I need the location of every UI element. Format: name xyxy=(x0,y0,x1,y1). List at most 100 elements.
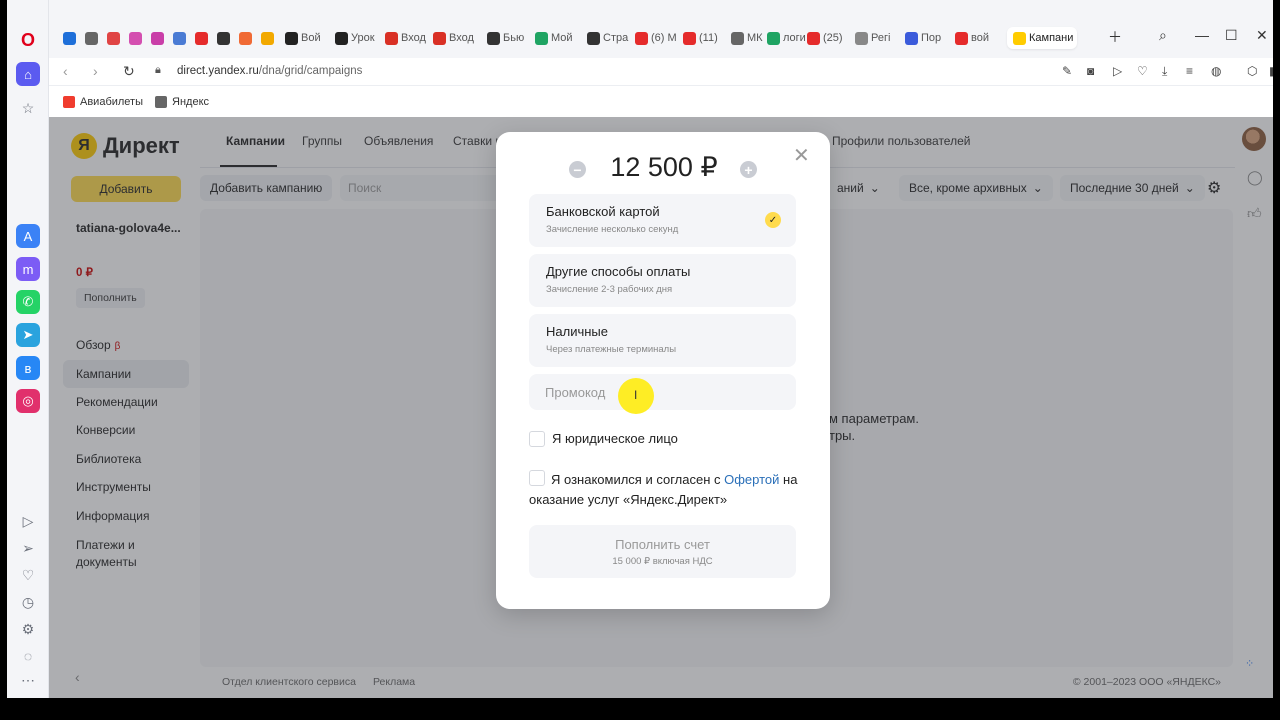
tab-label: (6) M xyxy=(651,32,677,44)
browser-tab[interactable]: Вход xyxy=(433,27,483,49)
menu-icon[interactable]: ≡ xyxy=(1186,64,1193,78)
search-tabs-icon[interactable]: ⌕ xyxy=(1159,27,1167,44)
minimize-icon[interactable]: — xyxy=(1195,27,1209,43)
browser-tab[interactable] xyxy=(129,27,147,49)
browser-tab[interactable]: МК xyxy=(731,27,767,49)
screen-bottom-strip xyxy=(0,698,1280,720)
lightbulb-icon[interactable]: ◌ xyxy=(16,644,40,668)
browser-tab[interactable]: Вой xyxy=(285,27,331,49)
player-icon[interactable]: ▷ xyxy=(16,509,40,533)
amount-value[interactable]: 12 500 ₽ xyxy=(596,152,732,183)
bookmarks-bar: Авиабилеты Яндекс xyxy=(49,88,1273,116)
browser-tab[interactable]: (25) xyxy=(807,27,853,49)
reload-icon[interactable]: ↻ xyxy=(123,63,135,80)
edit-icon[interactable]: ✎ xyxy=(1062,64,1072,78)
tab-favicon-icon xyxy=(855,31,868,45)
download-icon[interactable]: ⤓ xyxy=(1162,64,1167,79)
tab-label: МК xyxy=(747,32,763,44)
tab-favicon-icon xyxy=(767,31,780,45)
legal-entity-checkbox[interactable] xyxy=(529,431,545,447)
profile-icon[interactable]: ◍ xyxy=(1211,64,1221,78)
topup-account-button[interactable]: Пополнить счет 15 000 ₽ включая НДС xyxy=(529,525,796,578)
bookmark-aviabilety[interactable]: Авиабилеты xyxy=(63,96,143,108)
browser-tab[interactable] xyxy=(63,27,81,49)
browser-tab[interactable]: логи xyxy=(767,27,807,49)
payment-option-other[interactable]: Другие способы оплаты Зачисление 2-3 раб… xyxy=(529,254,796,307)
home-icon[interactable]: ⌂ xyxy=(16,62,40,86)
whatsapp-icon[interactable]: ✆ xyxy=(16,290,40,314)
tab-favicon-icon xyxy=(433,31,446,45)
browser-tab[interactable]: Бью xyxy=(487,27,533,49)
close-icon[interactable]: ✕ xyxy=(793,146,810,166)
tab-label: Вход xyxy=(449,32,474,44)
offer-link[interactable]: Офертой xyxy=(724,472,779,487)
tab-favicon-icon xyxy=(151,31,164,45)
tab-label: вой xyxy=(971,32,989,44)
tab-favicon-icon xyxy=(535,31,548,45)
browser-tab[interactable]: (6) M xyxy=(635,27,681,49)
bookmark-label: Авиабилеты xyxy=(80,96,144,108)
browser-tab[interactable]: Стра xyxy=(587,27,633,49)
heart-outline-icon[interactable]: ♡ xyxy=(1137,64,1148,78)
browser-tab[interactable] xyxy=(195,27,213,49)
tab-favicon-icon xyxy=(63,31,76,45)
play-icon[interactable]: ▷ xyxy=(1113,64,1122,78)
close-window-icon[interactable]: ✕ xyxy=(1256,27,1268,44)
tab-favicon-icon xyxy=(173,31,186,45)
lock-icon: 🔒︎ xyxy=(155,64,161,76)
opera-logo-icon[interactable]: O xyxy=(16,28,40,52)
browser-tab[interactable]: Кампани xyxy=(1007,27,1077,49)
tab-label: Пор xyxy=(921,32,942,44)
increase-amount-button[interactable]: + xyxy=(740,161,757,178)
tab-favicon-icon xyxy=(217,31,230,45)
telegram-icon[interactable]: ➤ xyxy=(16,323,40,347)
browser-tab[interactable] xyxy=(107,27,125,49)
document-icon xyxy=(155,96,168,108)
tab-label: Бью xyxy=(503,32,525,44)
url-field[interactable]: direct.yandex.ru/dna/grid/campaigns xyxy=(177,65,362,77)
forward-icon[interactable]: › xyxy=(93,63,98,79)
app-store-icon[interactable]: A xyxy=(16,224,40,248)
aviabilety-icon xyxy=(63,96,75,108)
tab-favicon-icon xyxy=(955,31,968,45)
tab-favicon-icon xyxy=(487,31,500,45)
payment-option-card[interactable]: Банковской картой Зачисление несколько с… xyxy=(529,194,796,247)
payment-option-cash[interactable]: Наличные Через платежные терминалы xyxy=(529,314,796,367)
browser-tab[interactable] xyxy=(151,27,169,49)
instagram-icon[interactable]: ◎ xyxy=(16,389,40,413)
history-icon[interactable]: ◷ xyxy=(16,590,40,614)
back-icon[interactable]: ‹ xyxy=(63,63,68,79)
extensions-icon[interactable]: ▮ xyxy=(1269,64,1273,78)
browser-tab[interactable]: Пор xyxy=(905,27,951,49)
url-path: /dna/grid/campaigns xyxy=(258,65,363,77)
camera-icon[interactable]: ◙ xyxy=(1087,64,1094,78)
bookmark-label: Яндекс xyxy=(172,96,210,108)
browser-tab[interactable]: (11) xyxy=(683,27,729,49)
promo-code-input[interactable]: Промокод xyxy=(529,374,796,410)
agree-prefix: Я ознакомился и согласен с xyxy=(551,472,725,487)
browser-tab[interactable]: вой xyxy=(955,27,1003,49)
cube-icon[interactable]: ⬡ xyxy=(1247,64,1257,78)
messenger-icon[interactable]: m xyxy=(16,257,40,281)
star-icon[interactable]: ☆ xyxy=(16,96,40,120)
decrease-amount-button[interactable]: − xyxy=(569,161,586,178)
browser-tab[interactable] xyxy=(261,27,279,49)
vk-icon[interactable]: в xyxy=(16,356,40,380)
browser-tab[interactable]: Регі xyxy=(855,27,901,49)
browser-tab[interactable]: Урок xyxy=(335,27,381,49)
more-icon[interactable]: ⋯ xyxy=(16,668,40,692)
heart-icon[interactable]: ♡ xyxy=(16,563,40,587)
send-icon[interactable]: ➢ xyxy=(16,536,40,560)
bookmark-yandex[interactable]: Яндекс xyxy=(155,96,209,108)
new-tab-icon[interactable]: ＋ xyxy=(1108,27,1122,47)
browser-tab[interactable] xyxy=(239,27,257,49)
browser-tab[interactable] xyxy=(85,27,103,49)
legal-entity-label[interactable]: Я юридическое лицо xyxy=(552,431,678,446)
settings-icon[interactable]: ⚙ xyxy=(16,617,40,641)
tab-label: Регі xyxy=(871,32,891,44)
browser-tab[interactable]: Вход xyxy=(385,27,429,49)
maximize-icon[interactable]: ☐ xyxy=(1225,27,1238,44)
browser-tab[interactable] xyxy=(173,27,191,49)
browser-tab[interactable] xyxy=(217,27,235,49)
browser-tab[interactable]: Мой xyxy=(535,27,583,49)
